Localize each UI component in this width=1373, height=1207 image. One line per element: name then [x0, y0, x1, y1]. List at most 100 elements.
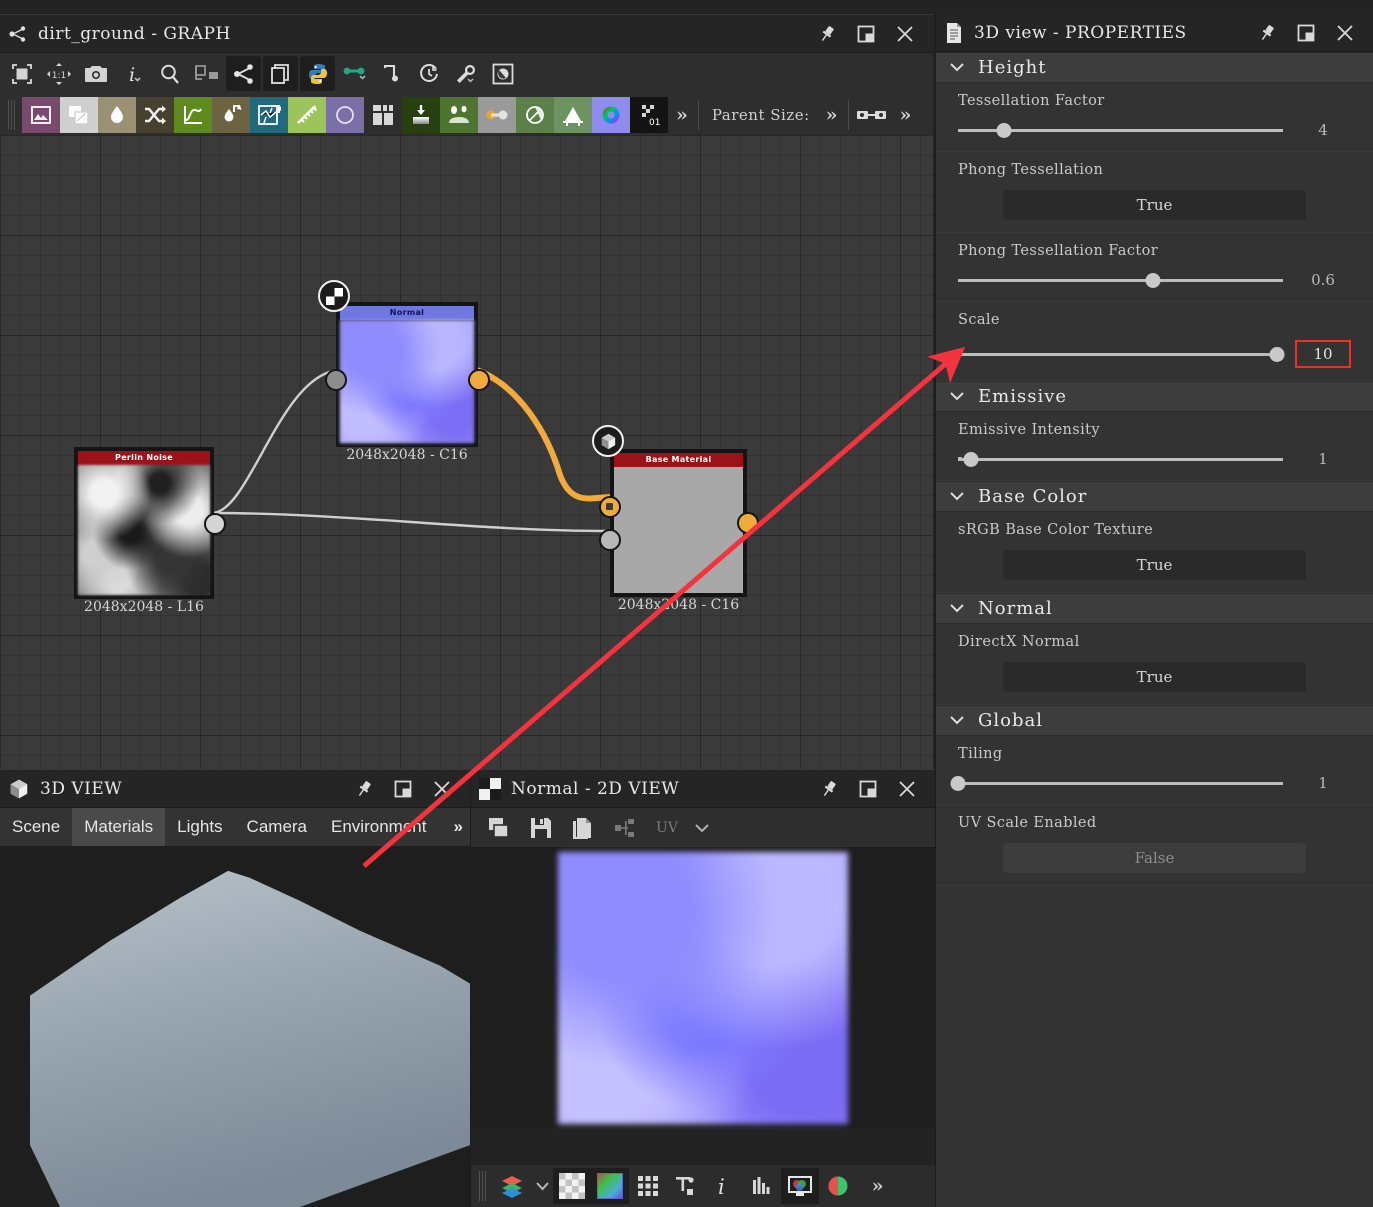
splatter-node-icon[interactable] — [440, 97, 478, 133]
more-icon[interactable]: » — [857, 1168, 895, 1204]
graph-tree-icon[interactable] — [226, 56, 261, 91]
layers-icon[interactable] — [493, 1168, 531, 1204]
info-icon[interactable]: i — [115, 56, 150, 91]
tiling-icon[interactable] — [667, 1168, 705, 1204]
sphere-preview-icon[interactable] — [485, 56, 520, 91]
shuffle-node-icon[interactable] — [136, 97, 174, 133]
maximize-icon[interactable] — [394, 780, 412, 798]
uv-scale-enabled-combo[interactable]: False — [1003, 843, 1306, 873]
curve-node-icon[interactable] — [174, 97, 212, 133]
phong-tessellation-combo[interactable]: True — [1003, 190, 1306, 220]
duplicate-view-icon[interactable] — [481, 812, 517, 844]
shape-node-icon[interactable] — [326, 97, 364, 133]
checker-2d-view-badge[interactable] — [318, 280, 350, 312]
emissive-intensity-slider[interactable] — [958, 451, 1283, 467]
section-header-base-color[interactable]: Base Color — [936, 481, 1373, 512]
section-header-global[interactable]: Global — [936, 705, 1373, 736]
toolbar-grip[interactable] — [8, 100, 17, 130]
tessellation-factor-slider[interactable] — [958, 122, 1283, 138]
emissive-intensity-value[interactable]: 1 — [1295, 450, 1351, 468]
link-nodes-icon[interactable] — [189, 56, 224, 91]
node-input-port-2[interactable] — [599, 529, 621, 551]
parent-size-overflow[interactable]: » — [818, 104, 843, 126]
menu-environment[interactable]: Environment — [319, 808, 438, 846]
node-output-port[interactable] — [737, 512, 759, 534]
node-input-port[interactable] — [325, 369, 347, 391]
node-output-port[interactable] — [468, 369, 490, 391]
height-node-icon[interactable] — [402, 97, 440, 133]
maximize-icon[interactable] — [857, 25, 875, 43]
cube-3d-view-badge[interactable] — [592, 425, 624, 457]
toolbar-overflow-right[interactable]: » — [892, 104, 917, 126]
pin-icon[interactable] — [1257, 23, 1277, 43]
frame-selection-icon[interactable] — [4, 56, 39, 91]
copy-icon[interactable] — [565, 812, 601, 844]
menu-scene[interactable]: Scene — [0, 808, 72, 846]
section-header-emissive[interactable]: Emissive — [936, 381, 1373, 412]
color-wheel-node-icon[interactable] — [592, 97, 630, 133]
phong-tessellation-factor-value[interactable]: 0.6 — [1295, 271, 1351, 289]
scale-slider[interactable] — [958, 346, 1284, 362]
scale-value[interactable]: 10 — [1295, 340, 1351, 368]
python-icon[interactable] — [300, 56, 335, 91]
graph-canvas[interactable]: Perlin Noise 2048x2048 - L16 Normal 2048… — [0, 135, 933, 769]
share-graph-icon[interactable] — [607, 812, 643, 844]
chevron-down-icon[interactable] — [691, 812, 713, 844]
warp-node-icon[interactable] — [250, 97, 288, 133]
tiling-value[interactable]: 1 — [1295, 774, 1351, 792]
gradient-node-icon[interactable] — [288, 97, 326, 133]
connect-dots-icon[interactable] — [337, 56, 372, 91]
grid-icon[interactable] — [629, 1168, 667, 1204]
copy-node-icon[interactable] — [60, 97, 98, 133]
pin-icon[interactable] — [354, 779, 374, 799]
color-gradient-icon[interactable] — [591, 1168, 629, 1204]
mask-node-icon[interactable] — [516, 97, 554, 133]
tessellation-factor-value[interactable]: 4 — [1295, 121, 1351, 139]
tile-node-icon[interactable] — [364, 97, 402, 133]
directx-normal-combo[interactable]: True — [1003, 662, 1306, 692]
menu-lights[interactable]: Lights — [165, 808, 234, 846]
checker-background-icon[interactable] — [553, 1168, 591, 1204]
blur-node-icon[interactable] — [212, 97, 250, 133]
ratio-1-1-icon[interactable]: 1:1 — [41, 56, 76, 91]
menu-overflow[interactable]: » — [454, 817, 470, 837]
uv-label[interactable]: UV — [649, 812, 685, 844]
node-output-port[interactable] — [204, 513, 226, 535]
timer-icon[interactable] — [411, 56, 446, 91]
material-node-icon[interactable] — [478, 97, 516, 133]
search-icon[interactable] — [152, 56, 187, 91]
node-normal[interactable]: Normal 2048x2048 - C16 — [318, 280, 490, 463]
info-icon[interactable]: i — [705, 1168, 743, 1204]
maximize-icon[interactable] — [859, 780, 877, 798]
node-perlin-noise[interactable]: Perlin Noise 2048x2048 - L16 — [74, 447, 226, 615]
node-base-material[interactable]: Base Material 2048x2048 - C16 — [592, 425, 759, 613]
node-input-port-1[interactable] — [599, 496, 621, 518]
pin-icon[interactable] — [817, 24, 837, 44]
srgb-base-color-combo[interactable]: True — [1003, 550, 1306, 580]
blend-node-icon[interactable] — [98, 97, 136, 133]
maximize-icon[interactable] — [1297, 24, 1315, 42]
output-01-node-icon[interactable]: 01 — [630, 97, 668, 133]
close-icon[interactable] — [895, 24, 915, 44]
menu-camera[interactable]: Camera — [235, 808, 319, 846]
menu-materials[interactable]: Materials — [72, 808, 166, 846]
color-split-icon[interactable] — [819, 1168, 857, 1204]
path-node-icon[interactable] — [374, 56, 409, 91]
section-header-height[interactable]: Height — [936, 52, 1373, 83]
channels-monitor-icon[interactable] — [781, 1168, 819, 1204]
bitmap-node-icon[interactable] — [22, 97, 60, 133]
view3d-render[interactable] — [0, 846, 470, 1207]
wrench-icon[interactable] — [448, 56, 483, 91]
camera-icon[interactable] — [78, 56, 113, 91]
terrain-node-icon[interactable] — [554, 97, 592, 133]
toolbar-overflow-nodes[interactable]: » — [668, 104, 693, 126]
link-toggle-icon[interactable] — [854, 97, 892, 133]
phong-tessellation-factor-slider[interactable] — [958, 272, 1283, 288]
close-icon[interactable] — [1335, 23, 1355, 43]
chevron-down-icon[interactable] — [531, 1168, 553, 1204]
pin-icon[interactable] — [819, 779, 839, 799]
copy-layers-icon[interactable] — [263, 56, 298, 91]
tiling-slider[interactable] — [950, 775, 1283, 791]
section-header-normal[interactable]: Normal — [936, 593, 1373, 624]
view2d-canvas[interactable] — [471, 848, 935, 1128]
